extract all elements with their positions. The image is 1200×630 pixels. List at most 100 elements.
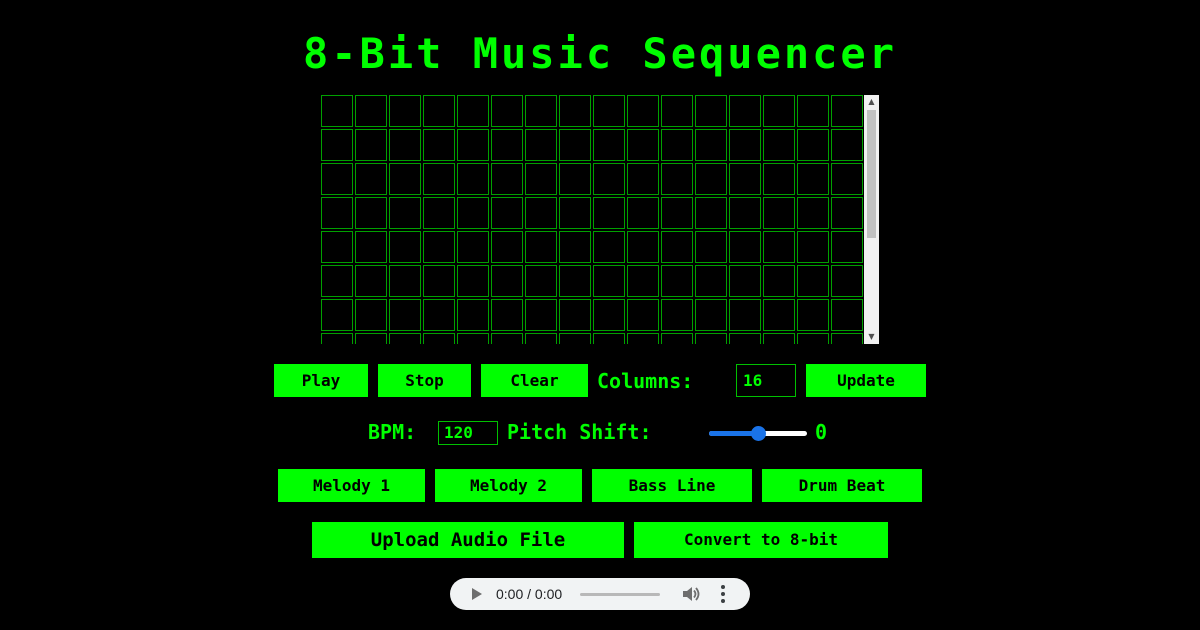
grid-cell[interactable] (695, 333, 727, 344)
stop-button[interactable]: Stop (378, 364, 471, 397)
grid-cell[interactable] (423, 197, 455, 229)
grid-cell[interactable] (627, 333, 659, 344)
grid-cell[interactable] (661, 231, 693, 263)
grid-cell[interactable] (355, 231, 387, 263)
grid-cell[interactable] (763, 95, 795, 127)
grid-cell[interactable] (695, 95, 727, 127)
grid-cell[interactable] (627, 197, 659, 229)
grid-cell[interactable] (763, 129, 795, 161)
grid-cell[interactable] (593, 95, 625, 127)
grid-cell[interactable] (593, 299, 625, 331)
grid-cell[interactable] (559, 231, 591, 263)
grid-cell[interactable] (729, 299, 761, 331)
grid-cell[interactable] (797, 129, 829, 161)
pitch-shift-slider[interactable] (709, 426, 807, 441)
grid-cell[interactable] (661, 333, 693, 344)
grid-cell[interactable] (491, 333, 523, 344)
grid-cell[interactable] (729, 197, 761, 229)
grid-cell[interactable] (559, 265, 591, 297)
grid-cell[interactable] (457, 231, 489, 263)
grid-cell[interactable] (389, 333, 421, 344)
grid-cell[interactable] (321, 197, 353, 229)
grid-cell[interactable] (423, 231, 455, 263)
grid-cell[interactable] (457, 265, 489, 297)
grid-cell[interactable] (797, 95, 829, 127)
grid-cell[interactable] (389, 231, 421, 263)
grid-cell[interactable] (831, 299, 863, 331)
grid-cell[interactable] (423, 299, 455, 331)
grid-cell[interactable] (457, 129, 489, 161)
grid-cell[interactable] (831, 129, 863, 161)
grid-cell[interactable] (627, 231, 659, 263)
slider-thumb[interactable] (751, 426, 766, 441)
grid-cell[interactable] (321, 299, 353, 331)
grid-cell[interactable] (661, 299, 693, 331)
update-button[interactable]: Update (806, 364, 926, 397)
grid-cell[interactable] (389, 129, 421, 161)
grid-cell[interactable] (355, 95, 387, 127)
grid-cell[interactable] (491, 265, 523, 297)
upload-audio-button[interactable]: Upload Audio File (312, 522, 624, 558)
grid-cell[interactable] (525, 95, 557, 127)
grid-cell[interactable] (355, 299, 387, 331)
grid-cell[interactable] (423, 163, 455, 195)
grid-cell[interactable] (559, 333, 591, 344)
bass-line-button[interactable]: Bass Line (592, 469, 752, 502)
play-button[interactable]: Play (274, 364, 368, 397)
grid-cell[interactable] (593, 333, 625, 344)
grid-cell[interactable] (457, 299, 489, 331)
grid-cell[interactable] (525, 299, 557, 331)
grid-cell[interactable] (389, 197, 421, 229)
grid-cell[interactable] (389, 299, 421, 331)
grid-cell[interactable] (661, 95, 693, 127)
grid-cell[interactable] (661, 197, 693, 229)
grid-cell[interactable] (763, 163, 795, 195)
grid-cell[interactable] (525, 129, 557, 161)
grid-cell[interactable] (355, 333, 387, 344)
grid-cell[interactable] (559, 129, 591, 161)
grid-cell[interactable] (321, 231, 353, 263)
grid-cell[interactable] (525, 163, 557, 195)
grid-cell[interactable] (729, 333, 761, 344)
grid-cell[interactable] (423, 265, 455, 297)
grid-cell[interactable] (491, 95, 523, 127)
grid-cell[interactable] (763, 333, 795, 344)
grid-cell[interactable] (593, 231, 625, 263)
grid-cell[interactable] (321, 95, 353, 127)
grid-cell[interactable] (661, 265, 693, 297)
grid-cell[interactable] (457, 95, 489, 127)
grid-cell[interactable] (491, 163, 523, 195)
grid-cell[interactable] (627, 129, 659, 161)
grid-cell[interactable] (321, 265, 353, 297)
grid-cell[interactable] (491, 231, 523, 263)
grid-cell[interactable] (627, 95, 659, 127)
grid-cell[interactable] (797, 163, 829, 195)
grid-cell[interactable] (355, 129, 387, 161)
audio-player[interactable]: 0:00 / 0:00 (450, 578, 750, 610)
grid-cell[interactable] (423, 333, 455, 344)
grid-cell[interactable] (491, 129, 523, 161)
grid-cell[interactable] (423, 129, 455, 161)
grid-cell[interactable] (797, 231, 829, 263)
grid-cell[interactable] (729, 231, 761, 263)
grid-cell[interactable] (763, 299, 795, 331)
grid-cell[interactable] (831, 231, 863, 263)
grid-cell[interactable] (695, 231, 727, 263)
melody-1-button[interactable]: Melody 1 (278, 469, 425, 502)
melody-2-button[interactable]: Melody 2 (435, 469, 582, 502)
play-icon[interactable] (472, 588, 482, 600)
sequencer-grid-container[interactable]: ▲ ▼ (321, 95, 879, 344)
grid-cell[interactable] (389, 163, 421, 195)
grid-cell[interactable] (593, 129, 625, 161)
grid-cell[interactable] (593, 163, 625, 195)
grid-cell[interactable] (389, 265, 421, 297)
grid-cell[interactable] (559, 163, 591, 195)
grid-cell[interactable] (355, 265, 387, 297)
grid-cell[interactable] (695, 197, 727, 229)
grid-cell[interactable] (797, 265, 829, 297)
grid-cell[interactable] (491, 197, 523, 229)
grid-cell[interactable] (763, 197, 795, 229)
grid-cell[interactable] (729, 265, 761, 297)
grid-cell[interactable] (695, 129, 727, 161)
grid-cell[interactable] (729, 95, 761, 127)
